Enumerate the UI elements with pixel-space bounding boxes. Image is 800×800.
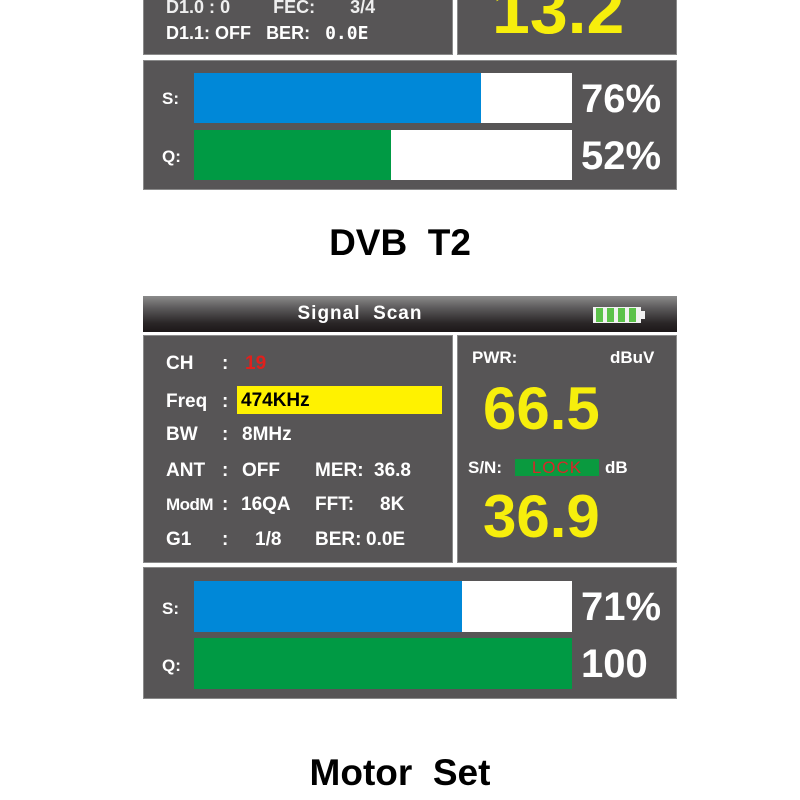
- signal-strength-fill: [194, 73, 482, 123]
- freq-input[interactable]: 474KHz: [237, 386, 442, 414]
- signal-quality-bar: [194, 638, 572, 689]
- freq-value: 474KHz: [241, 390, 310, 411]
- screen2-bars-panel: S: 71% Q: 100: [143, 567, 677, 699]
- signal-strength-bar: [194, 581, 572, 632]
- bw-sep: :: [222, 424, 229, 445]
- mer-value: 36.8: [374, 460, 411, 481]
- sn-label: S/N:: [468, 458, 502, 477]
- pwr-label: PWR:: [472, 348, 518, 367]
- signal-quality-value: 52%: [581, 134, 662, 178]
- ch-value: 19: [245, 353, 267, 374]
- caption-dvb-t2: DVB T2: [329, 222, 471, 263]
- g1-label: G1: [166, 529, 192, 550]
- bw-value: 8MHz: [242, 424, 292, 445]
- info-row-d10: D1.0 : 0 FEC: 3/4: [166, 0, 376, 17]
- d11-value: OFF: [215, 23, 252, 43]
- title-bar: Signal Scan: [143, 296, 677, 332]
- lock-status-badge: LOCK: [515, 458, 599, 477]
- signal-strength-label: S:: [162, 89, 179, 108]
- ant-sep: :: [222, 460, 229, 481]
- g1-sep: :: [222, 529, 229, 550]
- pwr-unit: dBuV: [610, 348, 655, 367]
- signal-strength-fill: [194, 581, 463, 632]
- ch-label: CH: [166, 353, 194, 374]
- signal-strength-value: 76%: [581, 77, 662, 121]
- signal-quality-label: Q:: [162, 147, 181, 166]
- modm-sep: :: [222, 494, 229, 515]
- fft-label: FFT:: [315, 494, 355, 515]
- modm-value: 16QA: [241, 494, 291, 515]
- signal-quality-bar: [194, 130, 572, 180]
- sn-value: 36.9: [483, 483, 600, 550]
- battery-full-icon: [593, 306, 648, 329]
- fft-value: 8K: [380, 494, 405, 515]
- freq-sep: :: [222, 391, 229, 412]
- ch-sep: :: [222, 353, 229, 374]
- screen1-info-panel: D1.0 : 0 FEC: 3/4 D1.1: OFF BER: 0.0E: [143, 0, 453, 55]
- signal-quality-fill: [194, 638, 572, 689]
- signal-strength-value: 71%: [581, 585, 662, 629]
- signal-quality-value: 100: [581, 642, 648, 686]
- sn-unit: dB: [605, 458, 628, 477]
- signal-strength-label: S:: [162, 599, 179, 618]
- ant-label: ANT: [166, 460, 206, 481]
- screen1-big-value: 13.2: [492, 0, 625, 48]
- ber-value: 0.0E: [366, 529, 406, 550]
- screen1-bars-panel: S: 76% Q: 52%: [143, 60, 677, 190]
- signal-quality-label: Q:: [162, 656, 181, 675]
- mer-label: MER:: [315, 460, 364, 481]
- ant-value: OFF: [242, 460, 280, 481]
- g1-value: 1/8: [255, 529, 282, 550]
- screen1-value-panel: 13.2: [457, 0, 677, 55]
- info-row-d11: D1.1: OFF BER: 0.0E: [166, 23, 369, 44]
- ber-label: BER:: [266, 23, 311, 43]
- modm-label: ModM: [166, 495, 214, 514]
- level-panel: PWR: dBuV 66.5 S/N: LOCK dB 36.9: [457, 335, 677, 563]
- ber-value: 0.0E: [325, 23, 369, 44]
- screen-title: Signal Scan: [297, 303, 423, 324]
- signal-quality-fill: [194, 130, 391, 180]
- ber-label: BER:: [315, 529, 362, 550]
- signal-strength-bar: [194, 73, 572, 123]
- pwr-value: 66.5: [483, 375, 600, 442]
- bw-label: BW: [166, 424, 198, 445]
- caption-motor-set: Motor Set: [309, 752, 491, 793]
- channel-info-panel: CH : 19 Freq : 474KHz BW : 8MHz ANT : OF…: [143, 335, 453, 563]
- lock-status-text: LOCK: [531, 458, 583, 477]
- d11-label: D1.1: [166, 23, 205, 43]
- freq-label: Freq: [166, 391, 208, 412]
